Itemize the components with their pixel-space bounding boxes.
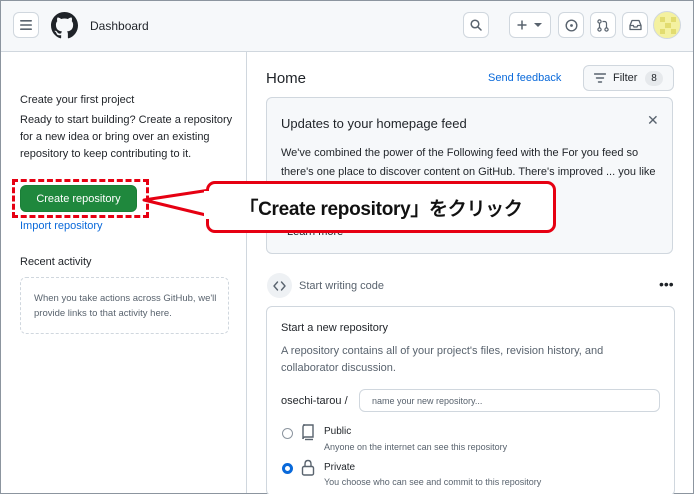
private-radio[interactable] bbox=[282, 463, 293, 474]
recent-activity-empty-state: When you take actions across GitHub, we'… bbox=[20, 277, 229, 334]
start-writing-code-label: Start writing code bbox=[299, 280, 384, 292]
plus-icon bbox=[517, 20, 526, 30]
recent-activity-heading: Recent activity bbox=[20, 256, 92, 268]
code-icon bbox=[267, 273, 292, 298]
user-avatar[interactable] bbox=[653, 11, 681, 39]
create-new-button[interactable] bbox=[509, 12, 551, 38]
inbox-icon bbox=[628, 19, 642, 31]
pull-request-icon bbox=[597, 18, 609, 32]
close-icon[interactable]: ✕ bbox=[647, 112, 659, 129]
filter-count-badge: 8 bbox=[645, 71, 663, 86]
issue-icon bbox=[564, 18, 578, 32]
repo-name-input[interactable]: name your new repository... bbox=[359, 389, 660, 412]
chevron-down-icon bbox=[533, 23, 542, 27]
public-label: Public bbox=[324, 426, 352, 437]
private-label: Private bbox=[324, 462, 356, 473]
callout-arrow-icon bbox=[142, 188, 212, 218]
filter-label: Filter bbox=[613, 72, 638, 84]
inbox-button[interactable] bbox=[622, 12, 648, 38]
first-project-heading: Create your first project bbox=[20, 94, 135, 106]
left-sidebar: Create your first project Ready to start… bbox=[1, 52, 247, 493]
callout-arrow-joint bbox=[204, 191, 214, 219]
page-title: Home bbox=[266, 70, 307, 87]
menu-icon bbox=[20, 20, 32, 30]
private-description: You choose who can see and commit to thi… bbox=[324, 477, 542, 487]
pull-requests-button[interactable] bbox=[590, 12, 616, 38]
search-button[interactable] bbox=[463, 12, 489, 38]
annotation-callout: 「Create repository」をクリック bbox=[206, 181, 556, 233]
menu-button[interactable] bbox=[13, 12, 39, 38]
public-radio[interactable] bbox=[282, 428, 293, 439]
new-repository-card: Start a new repository A repository cont… bbox=[266, 306, 675, 494]
import-repository-link[interactable]: Import repository bbox=[20, 220, 103, 232]
public-description: Anyone on the internet can see this repo… bbox=[324, 442, 508, 452]
repo-public-icon bbox=[302, 424, 314, 441]
lock-icon bbox=[301, 459, 315, 476]
search-icon bbox=[470, 19, 482, 31]
issues-button[interactable] bbox=[558, 12, 584, 38]
kebab-menu-icon[interactable]: ••• bbox=[659, 276, 674, 292]
updates-title: Updates to your homepage feed bbox=[281, 116, 467, 131]
filter-button[interactable]: Filter 8 bbox=[583, 65, 674, 91]
create-repository-button[interactable]: Create repository bbox=[20, 185, 137, 212]
page-context-title: Dashboard bbox=[90, 19, 149, 33]
send-feedback-link[interactable]: Send feedback bbox=[488, 72, 561, 84]
github-logo[interactable] bbox=[51, 12, 78, 39]
new-repo-title: Start a new repository bbox=[281, 322, 388, 334]
repo-owner-label: osechi-tarou / bbox=[281, 395, 348, 407]
first-project-description: Ready to start building? Create a reposi… bbox=[20, 114, 233, 160]
filter-icon bbox=[594, 73, 606, 83]
new-repo-description: A repository contains all of your projec… bbox=[281, 345, 604, 374]
